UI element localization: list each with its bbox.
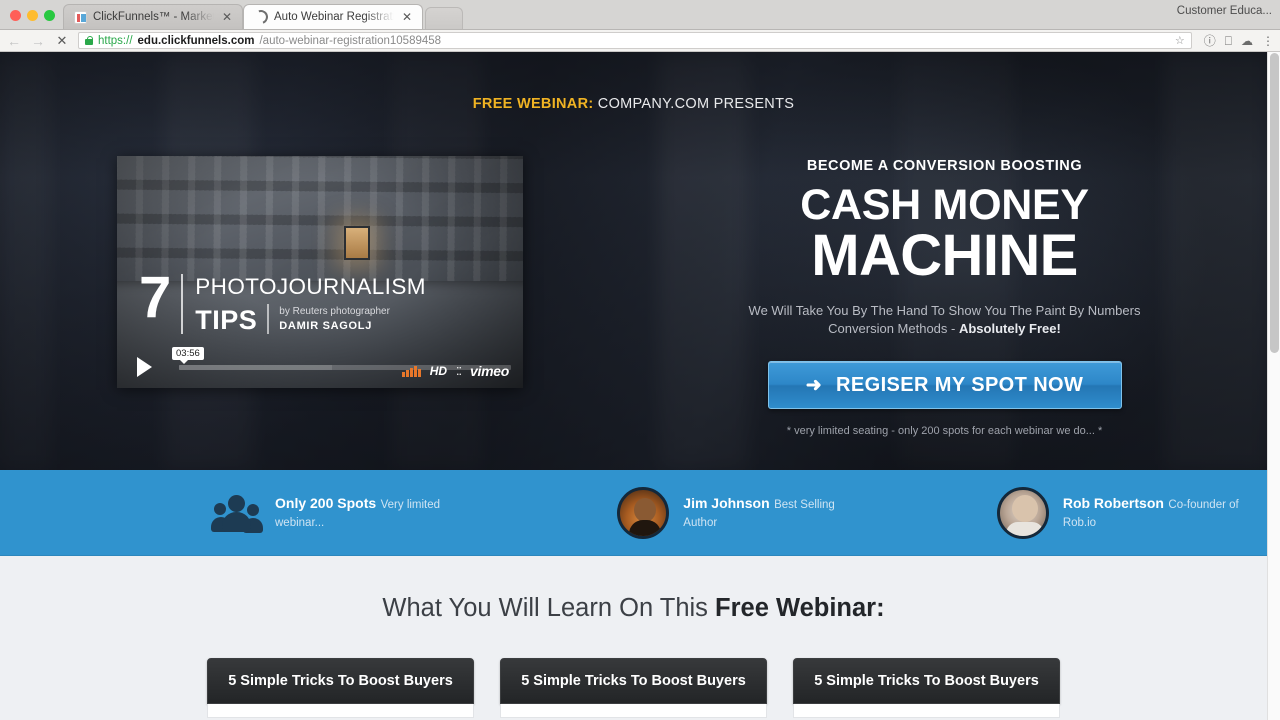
tab-clickfunnels[interactable]: ClickFunnels™ - Marketing F ✕ [63,4,243,29]
hero-left-column: 7 PHOTOJOURNALISM TIPS by Reuters photog… [0,156,640,437]
scrollbar-thumb[interactable] [1270,53,1279,353]
video-controls-right: HD ⁚⁚ vimeo [402,363,509,379]
play-icon[interactable] [137,357,152,377]
learn-heading-bold: Free Webinar: [715,594,885,622]
tab-label: ClickFunnels™ - Marketing F [93,11,214,23]
volume-icon[interactable] [402,365,421,377]
video-title-overlay: 7 PHOTOJOURNALISM TIPS by Reuters photog… [139,265,426,335]
new-tab-button[interactable] [425,7,463,29]
trust-item-name: Rob Robertson [1062,495,1164,511]
headline-line-1: CASH MONEY [800,181,1089,229]
hd-quality-label[interactable]: HD [430,364,447,378]
hero-right-column: BECOME A CONVERSION BOOSTING CASH MONEY … [640,156,1267,437]
profile-name-label[interactable]: Customer Educa... [1177,5,1272,17]
video-credit-line1: by Reuters photographer [279,306,390,318]
learn-cards: 5 Simple Tricks To Boost Buyers 5 Simple… [0,658,1267,718]
fullscreen-icon[interactable]: ⁚⁚ [456,365,462,378]
hero-section: FREE WEBINAR: COMPANY.COM PRESENTS 7 PHO… [0,52,1267,470]
eyebrow-highlight: FREE WEBINAR: [472,96,594,112]
page-viewport: FREE WEBINAR: COMPANY.COM PRESENTS 7 PHO… [0,52,1280,720]
forward-button[interactable]: → [30,34,46,48]
browser-window: ClickFunnels™ - Marketing F ✕ Auto Webin… [0,0,1280,720]
video-credit-line2: DAMIR SAGOLJ [279,319,373,332]
tab-close-icon[interactable]: ✕ [400,11,414,23]
loading-spinner-icon [251,7,271,27]
register-cta-label: REGISER MY SPOT NOW [836,373,1084,396]
close-window-button[interactable] [10,10,21,21]
trust-bar: Only 200 Spots Very limited webinar... J… [0,470,1267,556]
menu-icon[interactable]: ⋮ [1262,35,1274,47]
tab-close-icon[interactable]: ✕ [220,11,234,23]
vimeo-logo[interactable]: vimeo [470,363,509,379]
minimize-window-button[interactable] [27,10,38,21]
bookmark-star-icon[interactable]: ☆ [1175,34,1185,47]
learn-card-title: 5 Simple Tricks To Boost Buyers [207,658,474,704]
zoom-window-button[interactable] [44,10,55,21]
video-title-divider [181,274,184,334]
learn-card-body [793,704,1060,718]
window-traffic-lights [6,10,63,29]
video-player[interactable]: 7 PHOTOJOURNALISM TIPS by Reuters photog… [117,156,523,388]
learn-card-body [207,704,474,718]
trust-item-spots: Only 200 Spots Very limited webinar... [211,493,484,533]
learn-card-title: 5 Simple Tricks To Boost Buyers [500,658,767,704]
trust-item-name: Only 200 Spots [275,495,377,511]
pre-headline: BECOME A CONVERSION BOOSTING [806,158,1083,174]
video-number: 7 [139,265,171,330]
video-controls[interactable]: 03:56 HD ⁚⁚ vimeo [117,342,523,388]
avatar [617,487,670,539]
trust-item-name: Jim Johnson [683,495,770,511]
video-credit-divider [267,303,270,334]
extension-icon[interactable]: ⎕ [1225,35,1232,47]
address-bar[interactable]: https:// edu.clickfunnels.com/auto-webina… [78,32,1192,49]
back-button[interactable]: ← [6,34,22,48]
tab-label: Auto Webinar Registration [274,11,394,23]
learn-section: What You Will Learn On This Free Webinar… [0,556,1267,720]
browser-toolbar: ← → ✕ https:// edu.clickfunnels.com/auto-… [0,30,1280,52]
stop-loading-button[interactable]: ✕ [54,34,70,47]
avatar [996,487,1049,539]
arrow-right-icon: ➜ [805,374,823,396]
url-domain: edu.clickfunnels.com [137,34,255,47]
learn-card-body [500,704,767,718]
subheadline: We Will Take You By The Hand To Show You… [735,302,1155,340]
tab-strip: ClickFunnels™ - Marketing F ✕ Auto Webin… [0,0,1280,30]
subheadline-bold: Absolutely Free! [958,321,1061,337]
info-icon[interactable]: ⓘ [1204,35,1216,47]
video-progress-buffer [179,365,332,370]
learn-card[interactable]: 5 Simple Tricks To Boost Buyers [500,658,767,718]
learn-card[interactable]: 5 Simple Tricks To Boost Buyers [207,658,474,718]
cta-fineprint: * very limited seating - only 200 spots … [786,425,1103,438]
lock-icon [85,36,93,45]
register-cta-button[interactable]: ➜ REGISER MY SPOT NOW [767,361,1122,410]
trust-item-rob-robertson: Rob Robertson Co-founder of Rob.io [996,487,1267,539]
video-title-line2: TIPS [195,304,258,335]
video-timestamp: 03:56 [172,347,204,364]
learn-heading-normal: What You Will Learn On This [382,594,716,622]
learn-card[interactable]: 5 Simple Tricks To Boost Buyers [793,658,1060,718]
page-scrollbar[interactable] [1267,52,1280,720]
learn-heading: What You Will Learn On This Free Webinar… [0,556,1267,623]
toolbar-icons: ⓘ ⎕ ☁ ⋮ [1200,35,1274,47]
cloud-icon[interactable]: ☁ [1241,35,1253,47]
people-group-icon [211,493,263,533]
video-credit: by Reuters photographer DAMIR SAGOLJ [279,305,390,333]
trust-item-jim-johnson: Jim Johnson Best Selling Author [617,487,864,539]
video-title-line1: PHOTOJOURNALISM [195,274,426,299]
eyebrow-rest: COMPANY.COM PRESENTS [593,96,795,112]
tab-auto-webinar-registration[interactable]: Auto Webinar Registration ✕ [243,4,423,29]
eyebrow-text: FREE WEBINAR: COMPANY.COM PRESENTS [0,52,1267,112]
learn-card-title: 5 Simple Tricks To Boost Buyers [793,658,1060,704]
subheadline-text: We Will Take You By The Hand To Show You… [748,302,1141,337]
url-scheme: https:// [98,34,133,47]
clickfunnels-favicon [74,10,87,24]
url-path: /auto-webinar-registration10589458 [259,34,442,47]
headline-line-2: MACHINE [811,223,1078,289]
